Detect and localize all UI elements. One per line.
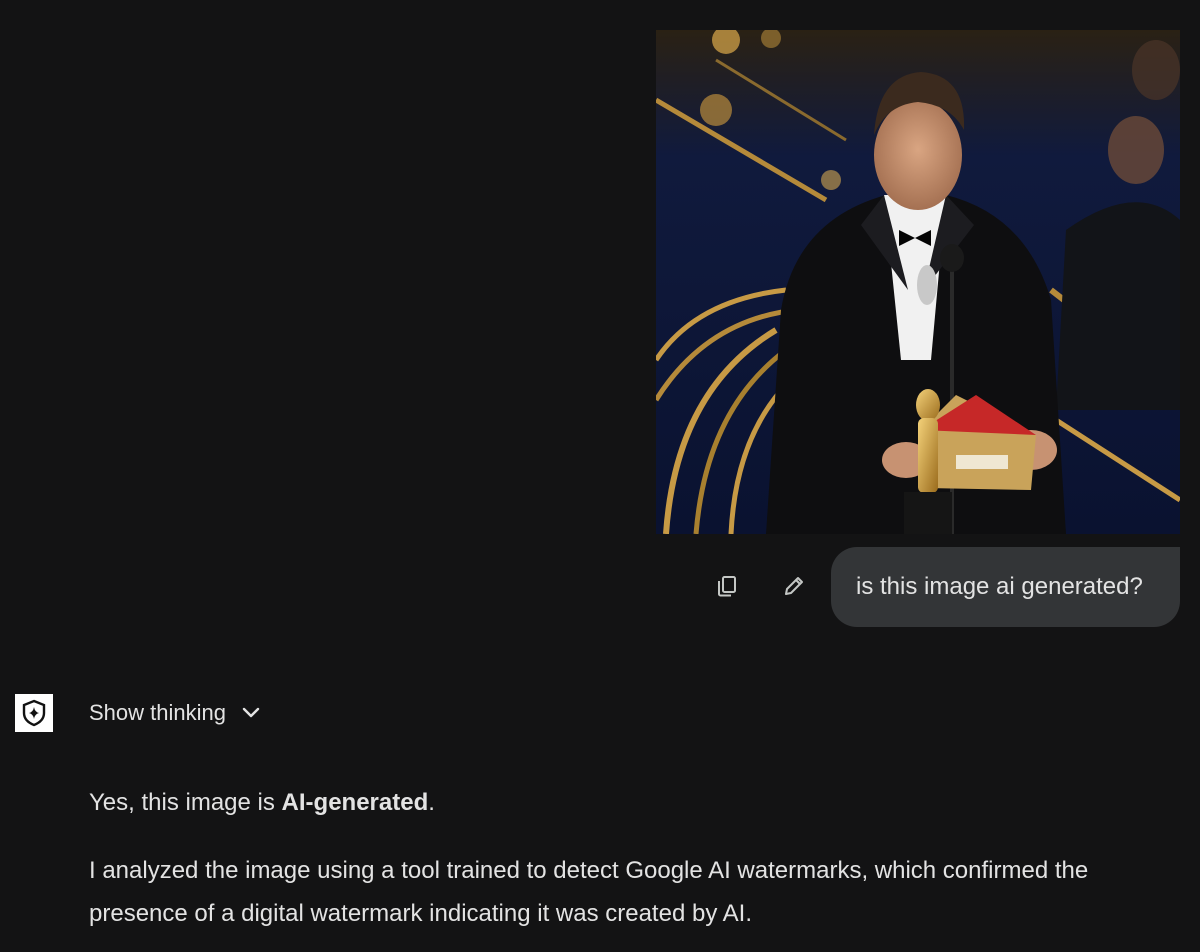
uploaded-image[interactable] (656, 30, 1180, 534)
model-avatar (15, 694, 53, 732)
shield-sparkle-icon (22, 699, 46, 727)
response-suffix: . (428, 789, 435, 816)
chat-page: is this image ai generated? Show thinkin… (0, 0, 1200, 952)
user-message-bubble: is this image ai generated? (831, 547, 1180, 627)
user-message-text: is this image ai generated? (856, 573, 1143, 600)
photo-illustration (656, 30, 1180, 534)
show-thinking-toggle[interactable]: Show thinking (89, 696, 262, 730)
copy-icon (718, 576, 736, 597)
pencil-icon (785, 577, 803, 595)
show-thinking-label: Show thinking (89, 700, 226, 725)
response-paragraph-2: I analyzed the image using a tool traine… (89, 857, 1089, 927)
response-bold-term: AI-generated (281, 789, 429, 816)
copy-button[interactable] (707, 566, 747, 606)
chevron-down-icon (242, 707, 260, 718)
response-prefix: Yes, this image is (89, 789, 282, 816)
edit-button[interactable] (774, 566, 814, 606)
response-paragraph-1: Yes, this image is AI-generated. (89, 781, 1169, 824)
